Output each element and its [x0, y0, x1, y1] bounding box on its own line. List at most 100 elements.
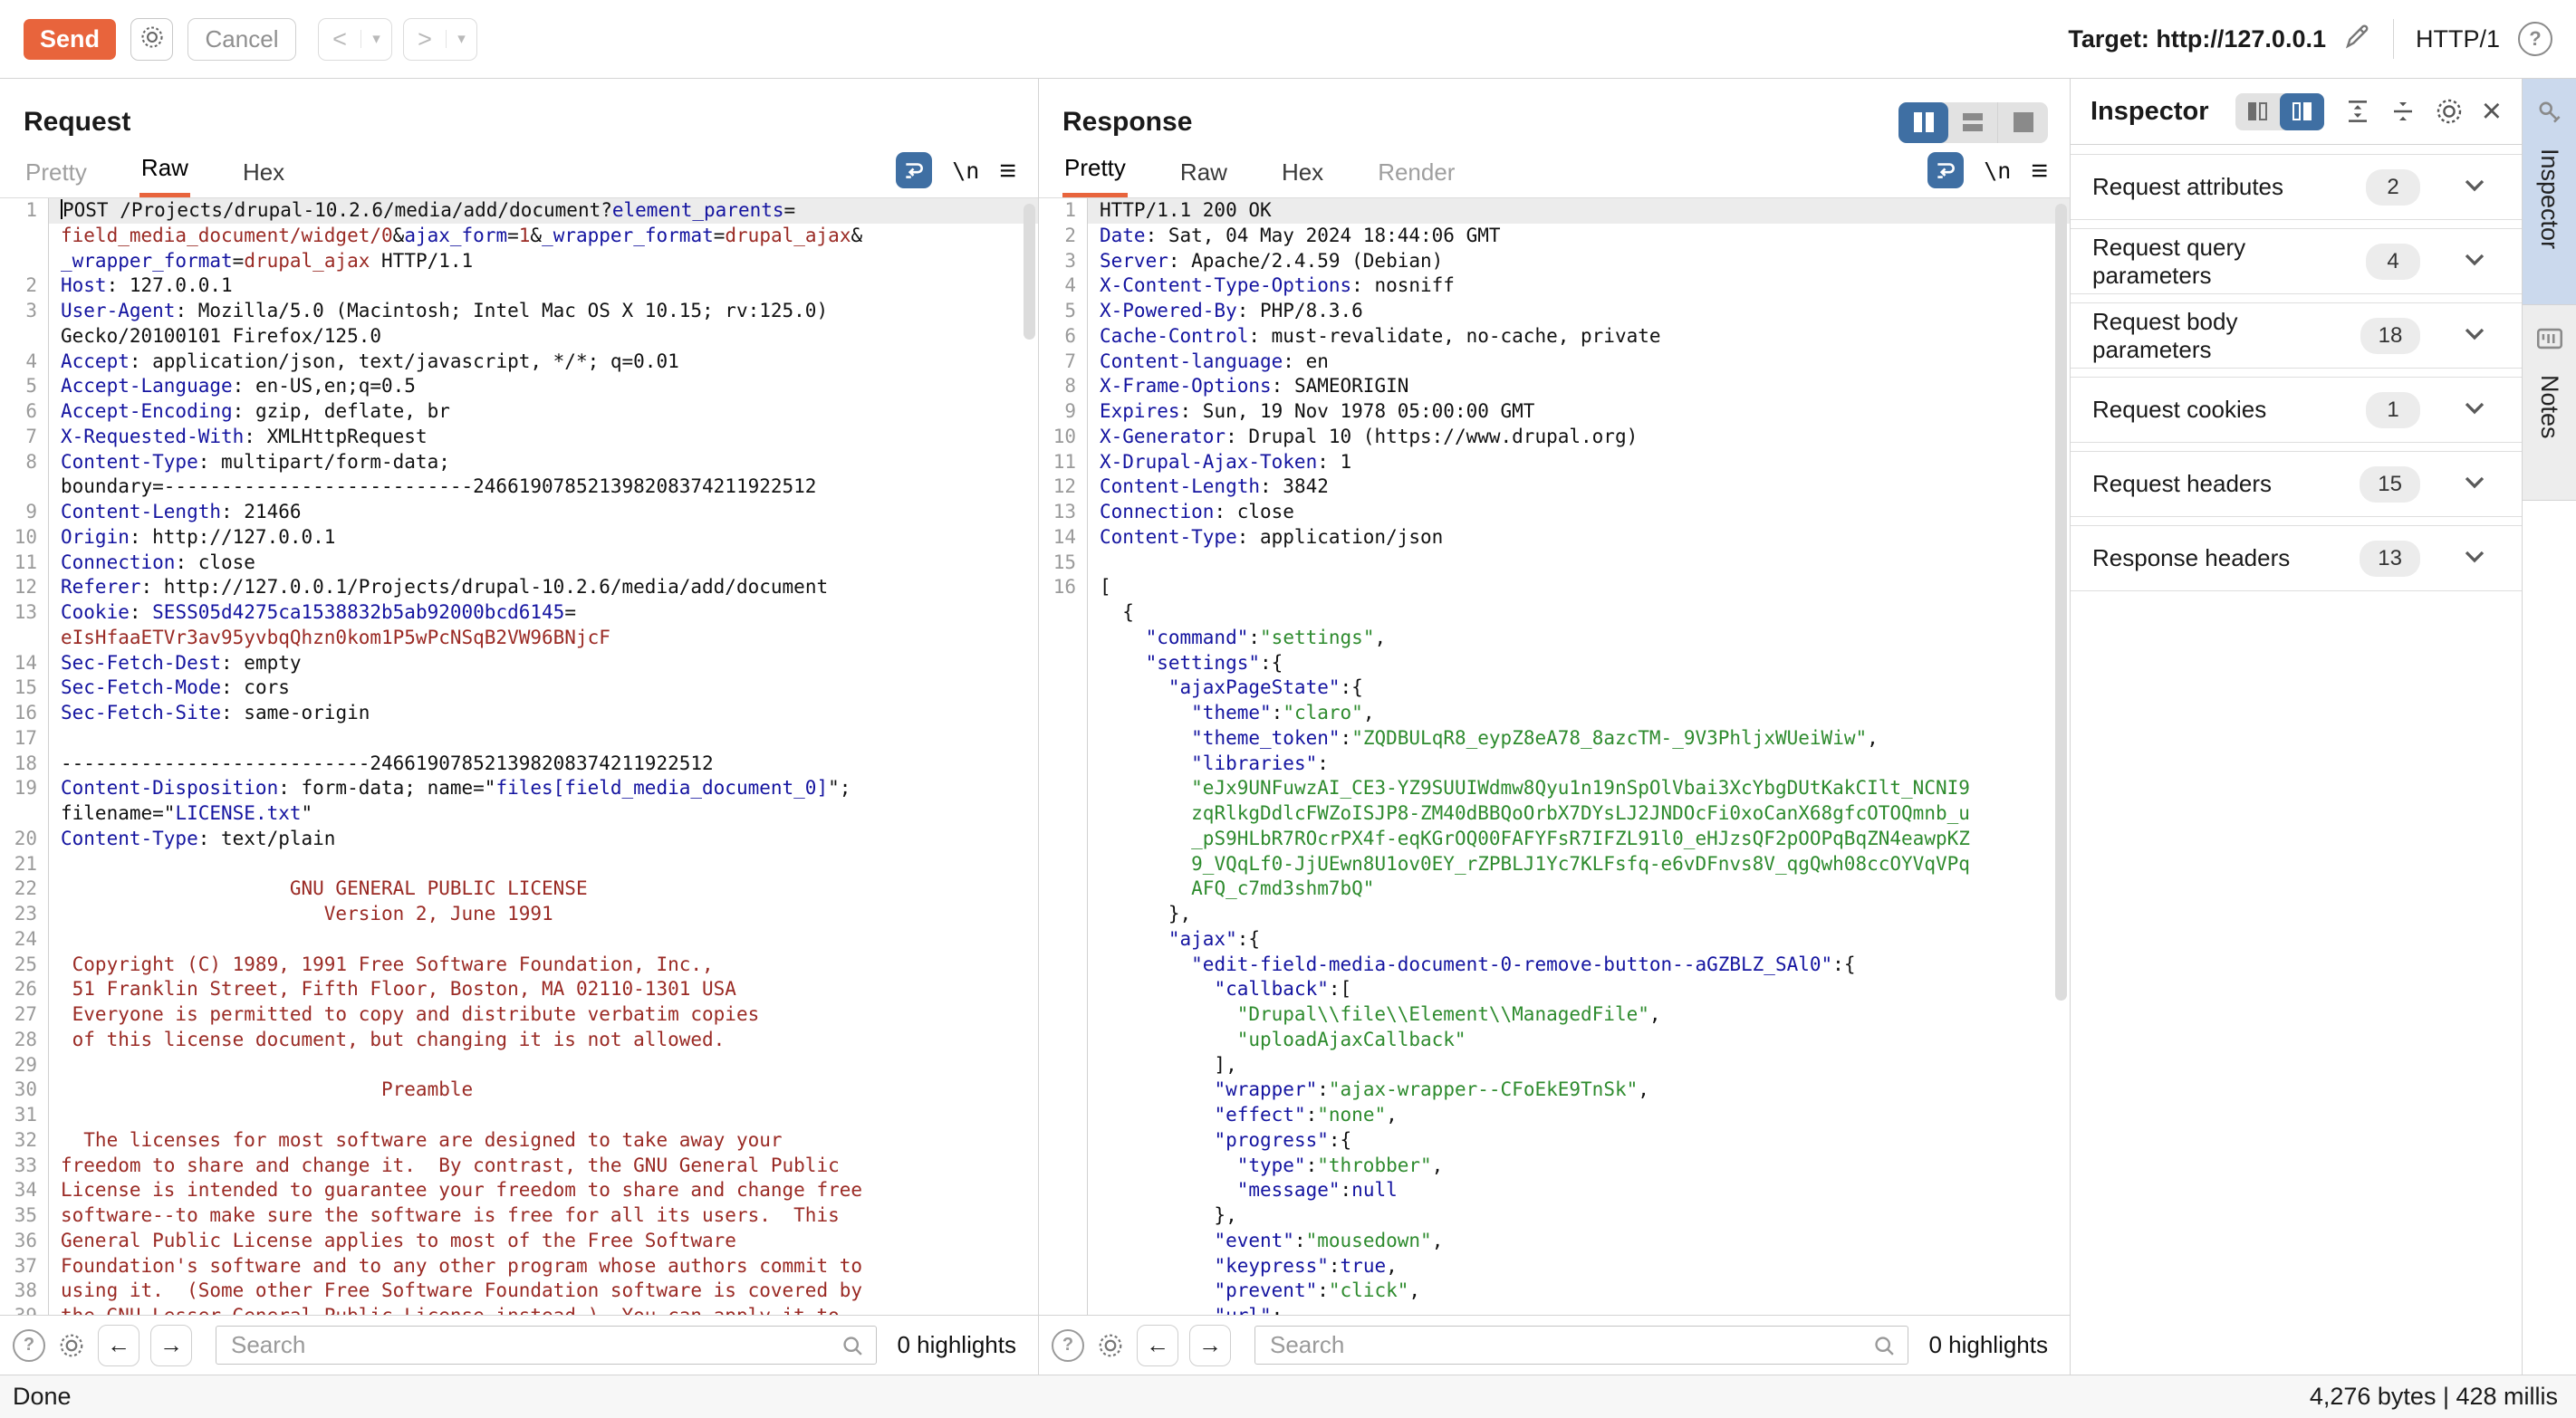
cancel-button[interactable]: Cancel: [187, 18, 296, 61]
dock-left-button[interactable]: [2235, 93, 2280, 130]
inspector-section[interactable]: Request cookies1: [2071, 377, 2522, 443]
line-number: 11: [1039, 450, 1088, 475]
edit-target-pencil-icon[interactable]: [2342, 23, 2371, 56]
prev-dropdown-icon[interactable]: ▾: [360, 30, 391, 48]
line-number: [1039, 927, 1088, 953]
rows-layout-icon: [1963, 113, 1983, 131]
line-number: 29: [0, 1053, 49, 1078]
tab-raw[interactable]: Raw: [1178, 153, 1229, 197]
search-help-icon[interactable]: ?: [13, 1329, 45, 1362]
request-search-input[interactable]: [216, 1326, 877, 1365]
code-line: 11Connection: close: [0, 551, 1038, 576]
search-prev-button[interactable]: ←: [1137, 1325, 1178, 1366]
code-line: "ajax":{: [1039, 927, 2070, 953]
code-line: "url":: [1039, 1304, 2070, 1315]
layout-columns-button[interactable]: [1898, 102, 1948, 143]
line-number: [1039, 1154, 1088, 1179]
code-line: 10Origin: http://127.0.0.1: [0, 525, 1038, 551]
section-count-badge: 4: [2366, 244, 2420, 280]
help-icon[interactable]: ?: [2518, 22, 2552, 56]
inspector-settings-icon[interactable]: [2435, 97, 2464, 126]
tab-pretty[interactable]: Pretty: [1062, 149, 1128, 197]
word-wrap-toggle-icon[interactable]: [1927, 152, 1964, 188]
code-line: 13Connection: close: [1039, 500, 2070, 525]
chevron-left-icon[interactable]: <: [319, 25, 360, 53]
chevron-down-icon[interactable]: [2464, 253, 2485, 271]
search-settings-icon[interactable]: [58, 1332, 85, 1359]
code-line: _wrapper_format=drupal_ajax HTTP/1.1: [0, 249, 1038, 274]
tab-pretty[interactable]: Pretty: [24, 153, 89, 197]
inspector-close-icon[interactable]: ×: [2482, 94, 2502, 129]
code-line: "callback":[: [1039, 977, 2070, 1002]
dock-right-button[interactable]: [2280, 93, 2324, 130]
code-line: 12Content-Length: 3842: [1039, 474, 2070, 500]
side-tab-notes[interactable]: Notes: [2523, 305, 2576, 501]
code-line: "Drupal\\file\\Element\\ManagedFile",: [1039, 1002, 2070, 1028]
chevron-down-icon[interactable]: [2464, 327, 2485, 345]
side-tab-inspector[interactable]: Inspector: [2523, 79, 2576, 305]
response-search-input[interactable]: [1254, 1326, 1908, 1365]
chevron-down-icon[interactable]: [2464, 178, 2485, 196]
line-number: 12: [0, 575, 49, 600]
layout-rows-button[interactable]: [1948, 102, 1998, 143]
tab-hex[interactable]: Hex: [241, 153, 286, 197]
chevron-down-icon[interactable]: [2464, 550, 2485, 568]
send-button[interactable]: Send: [24, 19, 116, 60]
show-newlines-toggle[interactable]: \n: [1984, 158, 2011, 184]
response-scrollbar[interactable]: [2055, 204, 2067, 1001]
search-help-icon[interactable]: ?: [1052, 1329, 1084, 1362]
code-line: 35software--to make sure the software is…: [0, 1203, 1038, 1229]
inspector-section[interactable]: Request body parameters18: [2071, 302, 2522, 369]
chevron-right-icon[interactable]: >: [404, 25, 446, 53]
next-request-button[interactable]: > ▾: [403, 18, 477, 61]
line-number: [1039, 1254, 1088, 1279]
request-editor[interactable]: 1POST /Projects/drupal-10.2.6/media/add/…: [0, 197, 1038, 1315]
send-settings-button[interactable]: [130, 18, 173, 61]
line-number: 24: [0, 927, 49, 953]
code-line: 6Cache-Control: must-revalidate, no-cach…: [1039, 324, 2070, 350]
word-wrap-toggle-icon[interactable]: [896, 152, 932, 188]
line-number: [1039, 776, 1088, 801]
editor-menu-icon[interactable]: ≡: [999, 154, 1016, 187]
next-dropdown-icon[interactable]: ▾: [446, 30, 476, 48]
request-panel-header: Request Pretty Raw Hex \n ≡: [0, 79, 1038, 197]
request-scrollbar[interactable]: [1024, 204, 1035, 340]
line-number: 35: [0, 1203, 49, 1229]
inspector-section[interactable]: Request query parameters4: [2071, 228, 2522, 294]
prev-request-button[interactable]: < ▾: [318, 18, 392, 61]
line-number: [0, 224, 49, 249]
code-line: 32 The licenses for most software are de…: [0, 1128, 1038, 1154]
code-line: },: [1039, 902, 2070, 927]
layout-single-button[interactable]: [1998, 102, 2048, 143]
tab-render[interactable]: Render: [1376, 153, 1456, 197]
tab-hex[interactable]: Hex: [1280, 153, 1325, 197]
http-version-label[interactable]: HTTP/1: [2416, 25, 2500, 53]
code-line: "progress":{: [1039, 1128, 2070, 1154]
line-number: [1039, 701, 1088, 726]
tab-raw[interactable]: Raw: [139, 149, 190, 197]
response-editor[interactable]: 1HTTP/1.1 200 OK2Date: Sat, 04 May 2024 …: [1039, 197, 2070, 1315]
inspector-section[interactable]: Request headers15: [2071, 451, 2522, 517]
search-settings-icon[interactable]: [1097, 1332, 1124, 1359]
code-line: "event":"mousedown",: [1039, 1229, 2070, 1254]
response-highlight-count: 0 highlights: [1928, 1331, 2048, 1359]
collapse-all-icon[interactable]: [2389, 98, 2417, 125]
code-line: 12Referer: http://127.0.0.1/Projects/dru…: [0, 575, 1038, 600]
code-line: 19Content-Disposition: form-data; name="…: [0, 776, 1038, 801]
chevron-down-icon[interactable]: [2464, 475, 2485, 493]
show-newlines-toggle[interactable]: \n: [952, 158, 979, 184]
chevron-down-icon[interactable]: [2464, 401, 2485, 419]
expand-all-icon[interactable]: [2344, 98, 2371, 125]
editor-menu-icon[interactable]: ≡: [2031, 154, 2048, 187]
code-line: 36General Public License applies to most…: [0, 1229, 1038, 1254]
columns-layout-icon: [1914, 112, 1934, 132]
line-number: [1039, 852, 1088, 877]
search-next-button[interactable]: →: [1189, 1325, 1231, 1366]
inspector-section[interactable]: Response headers13: [2071, 525, 2522, 591]
single-layout-icon: [2014, 112, 2033, 132]
code-line: 5Accept-Language: en-US,en;q=0.5: [0, 374, 1038, 399]
search-next-button[interactable]: →: [150, 1325, 192, 1366]
inspector-section[interactable]: Request attributes2: [2071, 154, 2522, 220]
search-prev-button[interactable]: ←: [98, 1325, 139, 1366]
section-label: Request body parameters: [2092, 308, 2360, 364]
